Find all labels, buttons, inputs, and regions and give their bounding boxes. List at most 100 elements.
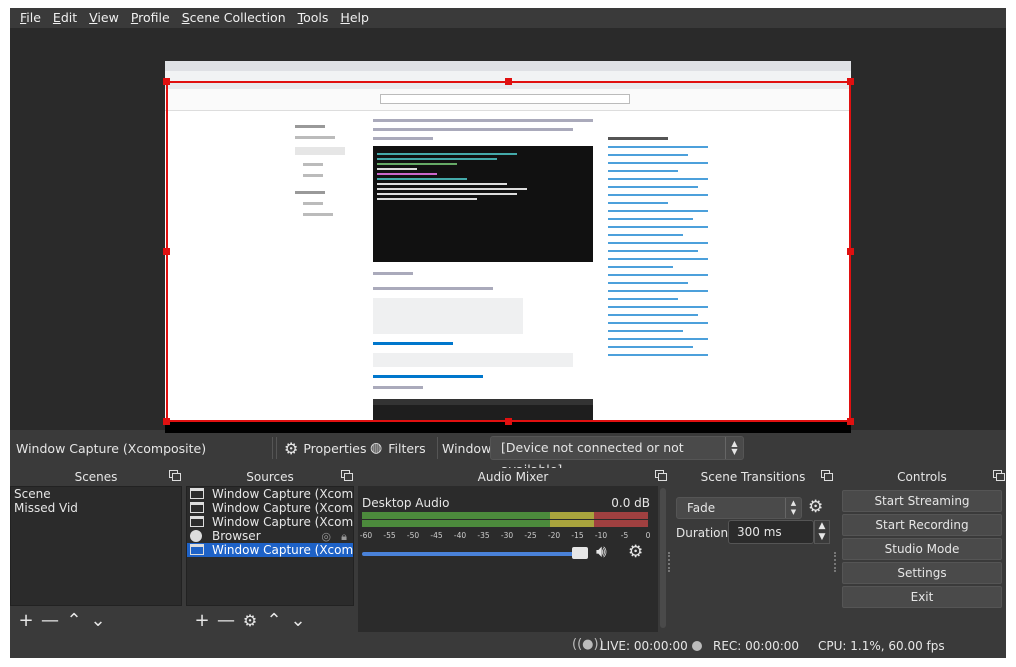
preview-canvas[interactable] xyxy=(10,28,1006,443)
source-item[interactable]: Window Capture (Xcomposite) xyxy=(187,543,353,557)
menu-file[interactable]: File xyxy=(14,8,47,28)
speaker-icon[interactable]: 🔊︎ xyxy=(596,542,607,562)
source-label: Browser xyxy=(212,529,261,543)
menu-help[interactable]: Help xyxy=(334,8,375,28)
properties-label: Properties xyxy=(303,440,367,456)
mixer-scrollbar[interactable] xyxy=(660,488,666,628)
hidden-eye-icon[interactable]: ◎ xyxy=(321,530,331,543)
transition-value: Fade xyxy=(687,501,716,515)
lock-icon[interactable]: 🔒︎ xyxy=(341,530,347,543)
scenes-dock: Scenes Scene Missed Vid + — ⌃ ⌄ xyxy=(10,468,182,633)
dock-title: Sources xyxy=(246,470,294,484)
scenes-toolbar: + — ⌃ ⌄ xyxy=(10,608,182,632)
settings-button[interactable]: Settings xyxy=(842,562,1002,584)
gear-icon[interactable]: ⚙ xyxy=(238,609,262,631)
filter-icon: ◍ xyxy=(370,440,383,456)
volume-meter xyxy=(362,512,648,519)
meter-ticks: -60 -55 -50 -45 -40 -35 -30 -25 -20 -15 -10 -5 0 xyxy=(359,531,654,541)
meter-tick-label: -55 xyxy=(383,531,396,540)
start-streaming-button[interactable]: Start Streaming xyxy=(842,490,1002,512)
meter-tick-label: -50 xyxy=(406,531,420,540)
move-up-icon[interactable]: ⌃ xyxy=(62,609,86,631)
live-status: LIVE: 00:00:00 xyxy=(600,639,688,653)
window-icon xyxy=(190,488,204,499)
source-label: Window Capture (Xcomposite) xyxy=(212,515,353,529)
source-item[interactable]: Browser ◎ 🔒︎ xyxy=(187,529,353,543)
selected-source-name: Window Capture (Xcomposite) xyxy=(16,441,207,456)
meter-tick-label: -30 xyxy=(500,531,514,540)
remove-icon[interactable]: — xyxy=(214,609,238,631)
exit-button[interactable]: Exit xyxy=(842,586,1002,608)
duration-input[interactable]: 300 ms xyxy=(728,520,814,544)
source-label: Window Capture (Xcomposite) xyxy=(212,543,353,557)
window-select[interactable]: [Device not connected or not available] … xyxy=(490,436,744,477)
add-icon[interactable]: + xyxy=(190,609,214,631)
scenes-list: Scene Missed Vid xyxy=(10,486,182,606)
remove-icon[interactable]: — xyxy=(38,609,62,631)
window-icon xyxy=(190,502,204,513)
gear-icon: ⚙ xyxy=(284,438,299,458)
sources-list: Window Capture (Xcomposite) Window Captu… xyxy=(186,486,354,606)
meter-tick-label: 0 xyxy=(645,531,651,540)
channel-name: Desktop Audio xyxy=(362,496,450,510)
move-down-icon[interactable]: ⌄ xyxy=(86,609,110,631)
resize-handle-bl[interactable] xyxy=(163,418,170,425)
resize-handle-bc[interactable] xyxy=(505,418,512,425)
float-icon[interactable] xyxy=(655,470,667,481)
source-item[interactable]: Window Capture (Xcomposite) xyxy=(187,501,353,515)
dock-title: Scene Transitions xyxy=(700,470,806,484)
resize-handle-mr[interactable] xyxy=(847,248,854,255)
move-up-icon[interactable]: ⌃ xyxy=(262,609,286,631)
volume-slider[interactable] xyxy=(362,552,588,556)
menu-view[interactable]: View xyxy=(83,8,125,28)
mixer-channel: Desktop Audio 0.0 dB -60 -55 -50 -45 -40 -35-… xyxy=(358,486,658,632)
filters-button[interactable]: ◍ Filters xyxy=(370,437,426,459)
float-icon[interactable] xyxy=(341,470,353,481)
resize-handle-ml[interactable] xyxy=(163,248,170,255)
source-item[interactable]: Window Capture (Xcomposite) xyxy=(187,487,353,501)
source-toolbar: Window Capture (Xcomposite) ⚙ Properties… xyxy=(10,433,1006,477)
volume-slider-thumb[interactable] xyxy=(572,547,588,559)
resize-grip[interactable] xyxy=(834,552,838,572)
studio-mode-button[interactable]: Studio Mode xyxy=(842,538,1002,560)
dock-title: Controls xyxy=(897,470,947,484)
add-icon[interactable]: + xyxy=(14,609,38,631)
menu-profile[interactable]: Profile xyxy=(125,8,176,28)
gear-icon[interactable]: ⚙ xyxy=(628,542,643,562)
transform-box[interactable] xyxy=(166,81,851,422)
properties-button[interactable]: ⚙ Properties xyxy=(284,437,367,459)
menu-scene-collection[interactable]: Scene Collection xyxy=(176,8,292,28)
move-down-icon[interactable]: ⌄ xyxy=(286,609,310,631)
source-item[interactable]: Window Capture (Xcomposite) xyxy=(187,515,353,529)
meter-tick-label: -45 xyxy=(430,531,443,540)
meter-tick-label: -5 xyxy=(620,531,629,540)
status-bar: ((●)) LIVE: 00:00:00 REC: 00:00:00 CPU: … xyxy=(10,634,1006,658)
resize-handle-tc[interactable] xyxy=(505,78,512,85)
menu-tools[interactable]: Tools xyxy=(292,8,335,28)
meter-tick-label: -10 xyxy=(594,531,608,540)
float-icon[interactable] xyxy=(993,470,1005,481)
float-icon[interactable] xyxy=(821,470,833,481)
transition-select[interactable]: Fade ▲ ▼ xyxy=(676,497,802,519)
resize-handle-tl[interactable] xyxy=(163,78,170,85)
volume-meter xyxy=(362,520,648,527)
filters-label: Filters xyxy=(388,440,426,456)
meter-tick-label: -35 xyxy=(477,531,490,540)
meter-tick-label: -60 xyxy=(359,531,373,540)
source-label: Window Capture (Xcomposite) xyxy=(212,487,353,501)
duration-label: Duration xyxy=(676,526,729,540)
resize-handle-br[interactable] xyxy=(847,418,854,425)
window-icon xyxy=(190,544,204,555)
dock-title: Scenes xyxy=(74,470,118,484)
float-icon[interactable] xyxy=(169,470,181,481)
gear-icon[interactable]: ⚙ xyxy=(808,497,823,517)
resize-grip[interactable] xyxy=(668,552,672,572)
scene-item[interactable]: Scene xyxy=(11,487,181,501)
sources-dock: Sources Window Capture (Xcomposite) Wind… xyxy=(186,468,354,633)
resize-handle-tr[interactable] xyxy=(847,78,854,85)
menu-edit[interactable]: Edit xyxy=(47,8,83,28)
globe-icon xyxy=(190,530,202,542)
scene-item[interactable]: Missed Vid xyxy=(11,501,181,515)
duration-spinner[interactable]: ▲ ▼ xyxy=(814,520,830,544)
start-recording-button[interactable]: Start Recording xyxy=(842,514,1002,536)
